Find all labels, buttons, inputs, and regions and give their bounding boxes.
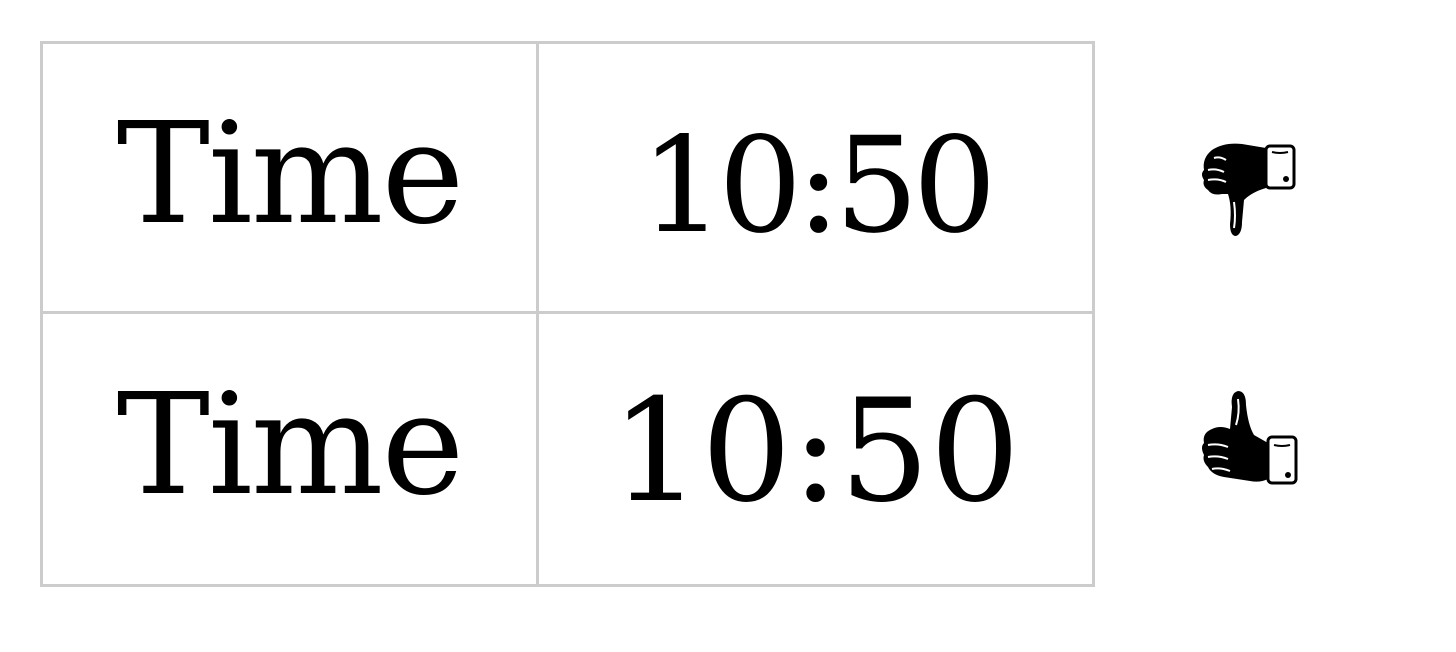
row-2-label: Time xyxy=(43,314,539,584)
thumbs-up-icon[interactable] xyxy=(1190,385,1310,495)
comparison-table: Time 10:50 Time 10:50 xyxy=(40,41,1095,587)
row-1-value: 10:50 xyxy=(539,44,1092,314)
row-2-value: 10:50 xyxy=(610,369,1021,534)
thumbs-down-icon[interactable] xyxy=(1190,132,1310,242)
row-1-label: Time xyxy=(43,44,539,314)
